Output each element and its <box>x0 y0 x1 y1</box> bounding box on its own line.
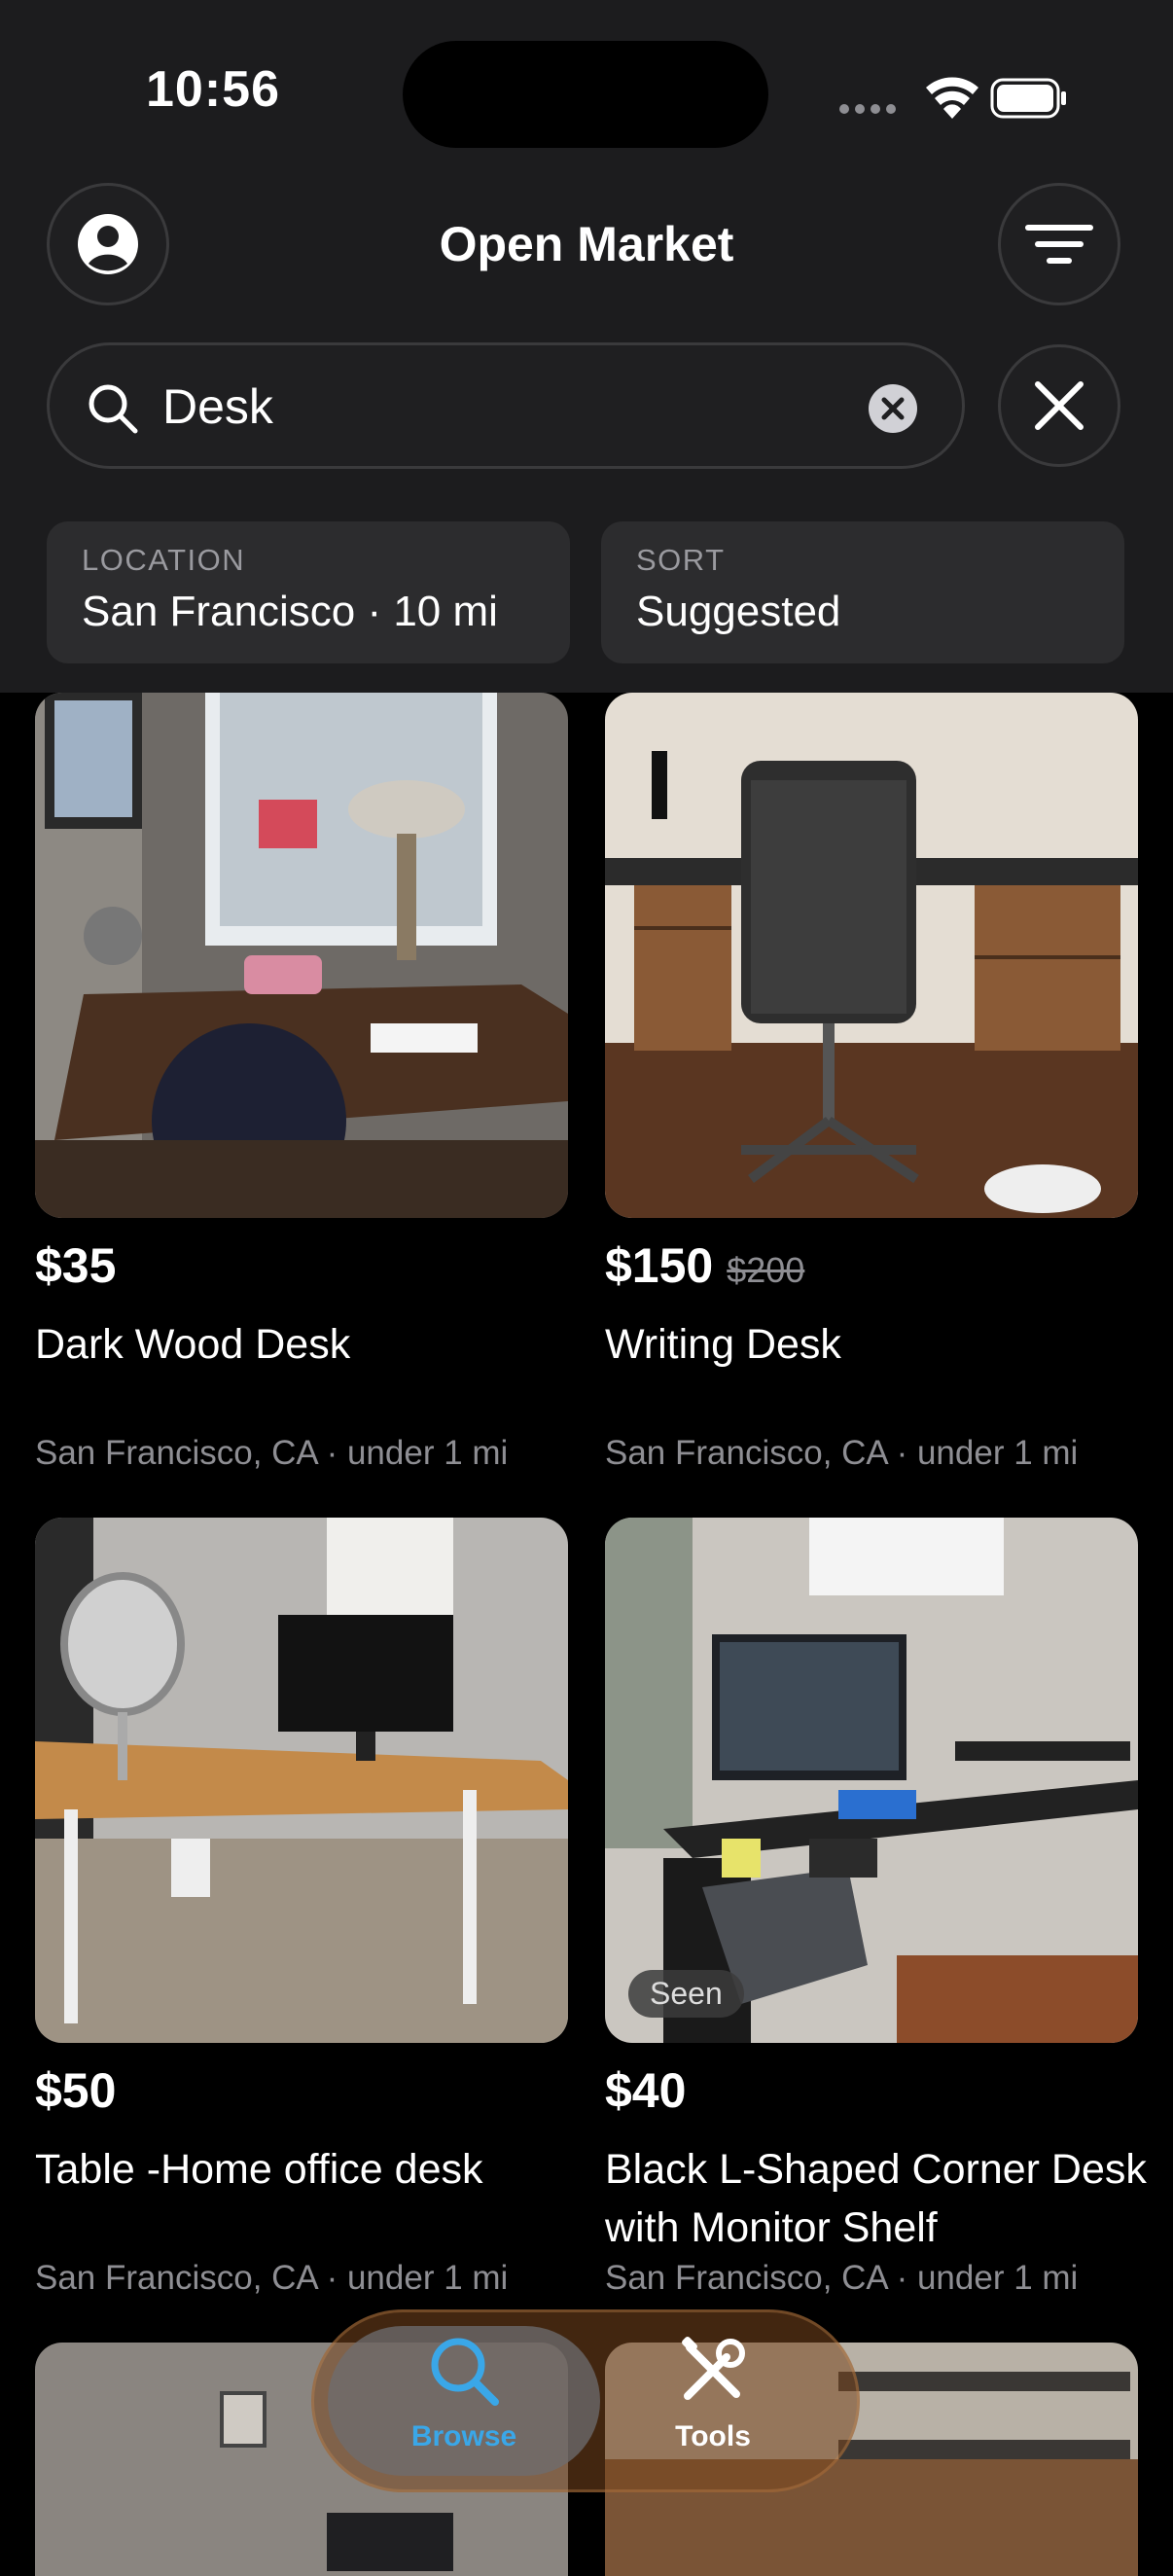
top-header: 10:56 Open Market Desk LOCATION San Fran… <box>0 0 1173 693</box>
listing-card[interactable]: $50 Table -Home office desk San Francisc… <box>35 1518 568 2297</box>
sort-label: SORT <box>636 543 726 577</box>
tab-tools[interactable]: Tools <box>586 2334 839 2453</box>
filter-icon <box>1025 225 1093 264</box>
listing-photo: Seen <box>605 1518 1138 2043</box>
listing-price: $150 $200 <box>605 1238 805 1293</box>
location-value: San Francisco · 10 mi <box>82 588 498 635</box>
battery-icon <box>990 78 1066 119</box>
sort-filter[interactable]: SORT Suggested <box>601 521 1124 663</box>
listing-photo <box>35 1518 568 2043</box>
location-label: LOCATION <box>82 543 246 577</box>
listing-photo <box>605 693 1138 1218</box>
search-icon <box>89 384 138 434</box>
location-filter[interactable]: LOCATION San Francisco · 10 mi <box>47 521 570 663</box>
cellular-signal-icon <box>839 104 896 114</box>
seen-badge: Seen <box>628 1970 744 2018</box>
listing-title: Black L-Shaped Corner Desk with Monitor … <box>605 2146 1147 2251</box>
close-icon <box>1035 381 1084 430</box>
dynamic-island <box>403 41 768 148</box>
tools-icon <box>682 2337 745 2400</box>
filter-button[interactable] <box>998 183 1120 305</box>
sort-value: Suggested <box>636 588 841 635</box>
close-search-button[interactable] <box>998 344 1120 467</box>
listing-location: San Francisco, CA · under 1 mi <box>605 2259 1079 2297</box>
search-field[interactable]: Desk <box>47 342 965 469</box>
listing-card[interactable]: $150 $200 Writing Desk San Francisco, CA … <box>605 693 1138 1472</box>
wifi-icon <box>926 77 978 119</box>
tab-label: Tools <box>675 2420 751 2452</box>
listing-title: Dark Wood Desk <box>35 1321 351 1368</box>
listing-location: San Francisco, CA · under 1 mi <box>35 2259 509 2297</box>
search-icon <box>431 2338 499 2406</box>
clear-search-icon[interactable] <box>869 384 917 433</box>
listing-price: $40 <box>605 2063 687 2118</box>
tab-browse-content[interactable]: Browse <box>338 2334 590 2453</box>
listing-photo <box>35 693 568 1218</box>
status-icons <box>836 68 1070 123</box>
tab-label: Browse <box>410 2420 517 2452</box>
listing-title: Writing Desk <box>605 1321 841 1368</box>
original-price: $200 <box>727 1250 805 1290</box>
status-time: 10:56 <box>146 61 280 118</box>
listing-card[interactable]: $35 Dark Wood Desk San Francisco, CA · u… <box>35 693 568 1472</box>
listing-location: San Francisco, CA · under 1 mi <box>35 1434 509 1472</box>
search-input[interactable]: Desk <box>162 378 273 435</box>
listing-price: $35 <box>35 1238 117 1293</box>
listing-card[interactable]: Seen $40 Black L-Shaped Corner Desk with… <box>605 1518 1147 2297</box>
listing-location: San Francisco, CA · under 1 mi <box>605 1434 1079 1472</box>
listing-title: Table -Home office desk <box>35 2146 483 2193</box>
tab-bar: Browse Tools <box>311 2309 860 2492</box>
listing-price: $50 <box>35 2063 117 2118</box>
